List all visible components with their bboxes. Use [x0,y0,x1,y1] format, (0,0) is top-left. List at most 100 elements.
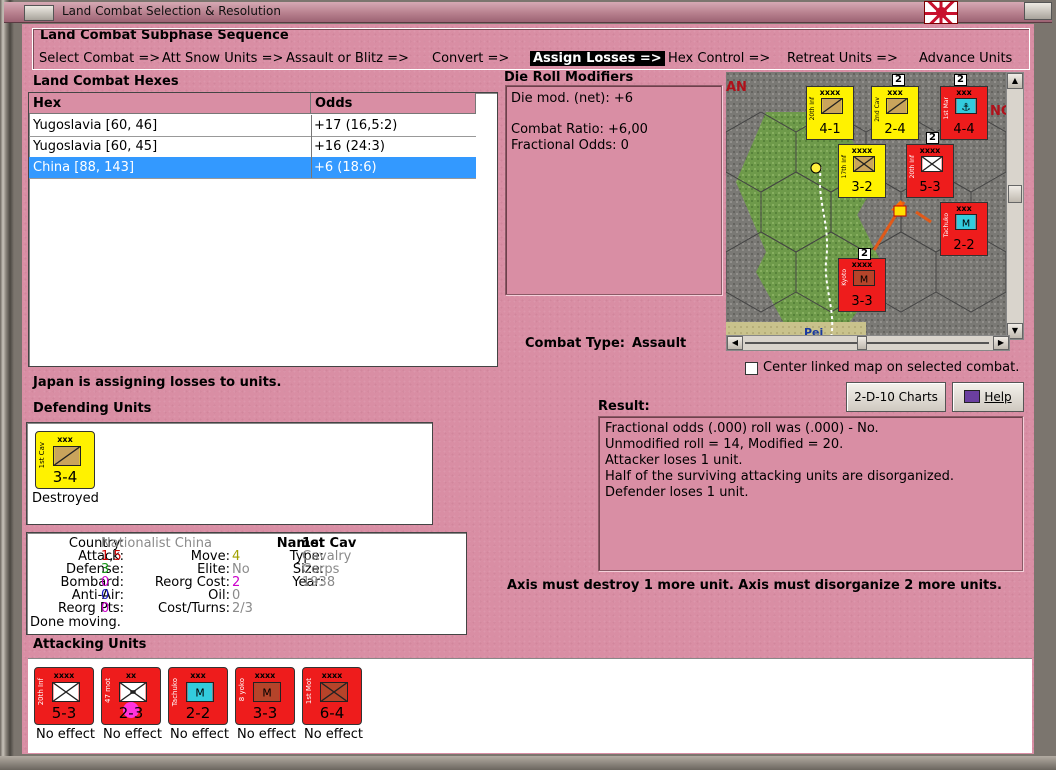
unit-value: 3-4 [52,468,78,486]
cell-hex: China [88, 143] [33,160,135,175]
combat-type-label: Combat Type: [525,336,625,351]
step-convert[interactable]: Convert => [432,51,509,66]
defending-unit-status: Destroyed [32,491,99,506]
unit-value: 3-2 [851,180,873,195]
stack-count-badge: 2 [954,74,967,86]
map-unit-counter[interactable]: xxxx 20th Inf 4-1 [806,86,854,140]
cavalry-symbol-icon [886,98,908,114]
charts-button[interactable]: 2-D-10 Charts [846,382,946,412]
table-row[interactable]: Yugoslavia [60, 45] +16 (24:3) [29,136,476,158]
defending-units-panel: xxx 1st Cav 3-4 Destroyed [26,422,433,525]
map-horizontal-scrollbar[interactable]: ◀ ▶ [726,335,1010,351]
result-line: Fractional odds (.000) roll was (.000) -… [605,421,879,436]
unit-value: 5-3 [919,180,941,195]
mountain-symbol-icon: M [955,214,977,230]
stack-count-badge: 2 [926,132,939,144]
help-label: Help [984,390,1012,404]
attacking-unit-counter[interactable]: xxxx 8 yoko M 3-3 [235,667,295,725]
unit-value: 3-3 [252,704,278,722]
unit-value: 4-1 [819,122,841,137]
help-button[interactable]: Help [952,382,1024,412]
column-header-hex[interactable]: Hex [29,93,311,114]
unit-name: 47 mot [104,678,112,703]
map-unit-counter[interactable]: xxx 2nd Cav 2-4 [871,86,919,140]
attacking-unit-status: No effect [103,727,163,742]
scroll-thumb[interactable] [1008,185,1022,203]
cell-odds: +6 (18:6) [314,160,377,175]
center-map-checkbox[interactable] [745,362,758,375]
defending-unit-counter[interactable]: xxx 1st Cav 3-4 [35,431,95,489]
unit-value-text: 2-3 [118,704,144,722]
attacking-unit-counter[interactable]: xxxx 20th Inf 5-3 [34,667,94,725]
scroll-thumb[interactable] [857,336,867,350]
unit-name: 20th Inf [909,155,916,179]
attacking-unit-status: No effect [237,727,297,742]
hexes-table: Hex Odds Yugoslavia [60, 46] +17 (16,5:2… [28,92,498,367]
cell-odds: +16 (24:3) [314,139,385,154]
unit-size: xxxx [851,260,873,269]
map-unit-counter[interactable]: xxxx 20th Inf 5-3 [906,144,954,198]
die-roll-label: Die Roll Modifiers [504,70,634,85]
unit-name: Tachuko [171,678,179,707]
scroll-up-icon[interactable]: ▲ [1007,73,1023,89]
step-retreat-units[interactable]: Retreat Units => [787,51,898,66]
mountain-symbol-icon: M [853,270,875,286]
result-line: Half of the surviving attacking units ar… [605,469,955,484]
marine-symbol-icon: ⚓ [955,98,977,114]
defending-label: Defending Units [33,401,152,416]
title-bar: Land Combat Selection & Resolution [4,2,1052,23]
infantry-symbol-icon [853,156,875,172]
map-unit-counter[interactable]: xxxx 17th Inf 3-2 [838,144,886,198]
attacking-unit-counter[interactable]: xxxx 1st Mot 6-4 [302,667,362,725]
cavalry-symbol-icon [53,446,81,466]
step-att-snow-units[interactable]: Att Snow Units => [162,51,283,66]
scroll-right-icon[interactable]: ▶ [993,336,1009,350]
column-header-odds[interactable]: Odds [311,93,476,114]
axis-requirement-message: Axis must destroy 1 more unit. Axis must… [507,578,1002,593]
attacking-unit-status: No effect [304,727,364,742]
map-unit-counter[interactable]: xxx 1st Mar ⚓ 4-4 [940,86,988,140]
combat-type-value: Assault [632,336,687,351]
system-menu-button[interactable] [24,5,54,21]
attacking-unit-status: No effect [36,727,96,742]
attacking-unit-counter[interactable]: xx 47 mot 2-3 [101,667,161,725]
svg-text:M: M [962,218,970,229]
unit-name: 20th Inf [809,97,816,121]
unit-name: 8 yoko [238,678,246,702]
close-window-button[interactable] [1024,2,1052,20]
unit-name: 17th Inf [841,155,848,179]
step-hex-control[interactable]: Hex Control => [668,51,770,66]
motorized-infantry-symbol-icon [320,682,348,702]
unit-value: 3-3 [851,294,873,309]
unit-name: Kyoto [841,269,848,286]
svg-text:M: M [195,687,204,700]
japan-flag-icon [924,1,958,24]
scroll-left-icon[interactable]: ◀ [727,336,743,350]
table-row-selected[interactable]: China [88, 143] +6 (18:6) [29,157,476,179]
step-assign-losses[interactable]: Assign Losses => [530,51,665,66]
cost-turns-value: 2/3 [232,601,253,616]
step-select-combat[interactable]: Select Combat => [39,51,160,66]
result-label: Result: [598,399,650,414]
map-unit-counter[interactable]: xxx Tachuko M 2-2 [940,202,988,256]
unit-size: xxx [956,204,972,213]
table-row[interactable]: Yugoslavia [60, 46] +17 (16,5:2) [29,115,476,137]
step-advance-units[interactable]: Advance Units [919,51,1012,66]
unit-name: Tachuko [943,213,950,238]
step-assault-or-blitz[interactable]: Assault or Blitz => [286,51,409,66]
map-vertical-scrollbar[interactable]: ▲ ▼ [1006,72,1024,340]
center-map-label: Center linked map on selected combat. [763,360,1020,375]
linked-map[interactable]: AN NC He Pei xxxx 20th Inf 4-1 xxx 2nd C… [726,72,1022,338]
attacking-unit-status: No effect [170,727,230,742]
unit-name: 20th Inf [37,678,45,706]
unit-size: xxx [887,88,903,97]
attacking-unit-counter[interactable]: xxx Tachuko M 2-2 [168,667,228,725]
unit-size: xxxx [851,146,873,155]
unit-name: 2nd Cav [874,97,881,122]
map-unit-counter[interactable]: xxxx Kyoto M 3-3 [838,258,886,312]
result-line: Unmodified roll = 14, Modified = 20. [605,437,844,452]
unit-value: 2-4 [884,122,906,137]
unit-size: xxxx [819,88,841,97]
infantry-symbol-icon [821,98,843,114]
stack-count-badge: 2 [858,248,871,260]
